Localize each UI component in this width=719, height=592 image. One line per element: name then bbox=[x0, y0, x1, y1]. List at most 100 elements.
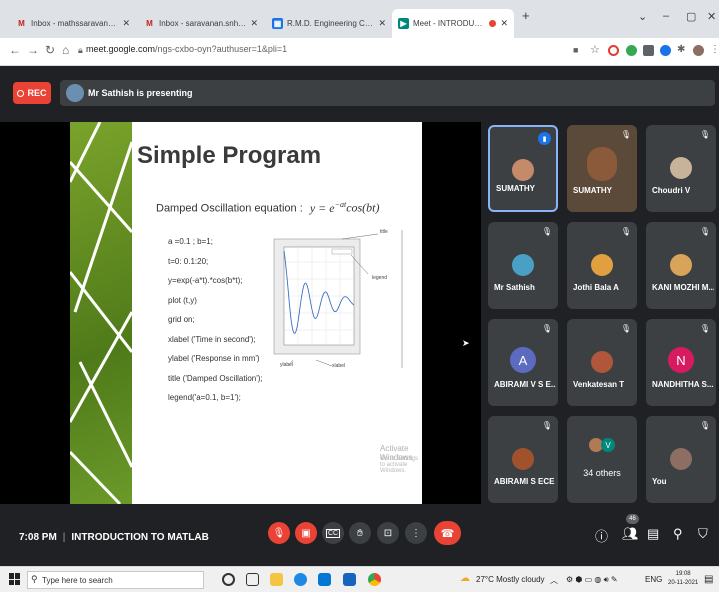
raise-hand-button[interactable]: ✋︎ bbox=[349, 522, 371, 544]
weather-icon: ☁︎ bbox=[460, 573, 470, 584]
camera-in-use-icon[interactable]: ■ bbox=[573, 45, 578, 55]
participant-initial-avatar: N bbox=[668, 347, 694, 373]
close-tab-icon[interactable]: ✕ bbox=[250, 18, 258, 29]
taskbar-clock[interactable]: 19:08 20-11-2021 bbox=[668, 570, 698, 588]
tray-overflow-icon[interactable]: ︿ bbox=[550, 575, 558, 586]
tab-search-icon[interactable]: ⌄ bbox=[638, 10, 647, 23]
chat-icon[interactable]: ▤ bbox=[647, 526, 659, 542]
participant-tile[interactable]: 🎙︎ A ABIRAMI V S E... bbox=[488, 319, 558, 406]
participant-tile[interactable]: 🎙︎ Jothi Bala A bbox=[567, 222, 637, 309]
cortana-icon[interactable] bbox=[222, 573, 235, 586]
others-count: 34 others bbox=[583, 468, 621, 478]
leave-call-button[interactable]: ☎︎ bbox=[434, 521, 461, 545]
close-tab-icon[interactable]: ✕ bbox=[122, 18, 130, 29]
file-explorer-icon[interactable] bbox=[270, 573, 283, 586]
participant-avatar bbox=[670, 254, 692, 276]
activities-icon[interactable]: ⚲ bbox=[673, 526, 683, 542]
callout-legend: legend bbox=[372, 275, 388, 281]
chrome-icon[interactable] bbox=[368, 573, 381, 586]
presentation-stage: Simple Program Damped Oscillation equati… bbox=[0, 122, 481, 504]
meeting-title: INTRODUCTION TO MATLAB bbox=[71, 532, 209, 543]
presentation-slide: Simple Program Damped Oscillation equati… bbox=[70, 122, 422, 504]
close-window-icon[interactable]: ✕ bbox=[707, 10, 716, 23]
callout-title: title bbox=[380, 229, 388, 235]
mic-off-icon: 🎙︎ bbox=[699, 130, 710, 139]
participant-tile[interactable]: ▮ SUMATHY bbox=[488, 125, 558, 212]
participant-tile[interactable]: 🎙︎ N NANDHITHA S... bbox=[646, 319, 716, 406]
lock-icon[interactable]: 🔒︎ bbox=[78, 45, 83, 56]
present-button[interactable]: ⊡ bbox=[377, 522, 399, 544]
language-indicator[interactable]: ENG bbox=[645, 575, 662, 584]
people-icon[interactable]: 👥︎ bbox=[622, 526, 639, 542]
participant-tile[interactable]: 🎙︎ KANI MOZHI M... bbox=[646, 222, 716, 309]
meeting-details: 7:08 PM | INTRODUCTION TO MATLAB bbox=[19, 532, 209, 543]
back-icon[interactable]: ← bbox=[9, 43, 21, 57]
new-tab-button[interactable]: + bbox=[522, 8, 530, 23]
host-controls-icon[interactable]: ⛉ bbox=[698, 526, 708, 542]
opera-extension-icon[interactable] bbox=[608, 45, 619, 56]
captions-icon: CC bbox=[325, 528, 341, 538]
maximize-icon[interactable]: ▢ bbox=[686, 10, 696, 23]
participant-avatar bbox=[670, 448, 692, 470]
browser-tab-calendar[interactable]: ▦ R.M.D. Engineering College - Cal ✕ bbox=[266, 9, 392, 38]
browser-tab-gmail-2[interactable]: M Inbox - saravanan.snh@rmd.ac.in ✕ bbox=[138, 9, 264, 38]
mic-off-icon: 🎙︎ bbox=[620, 130, 631, 139]
extension-icon[interactable] bbox=[643, 45, 654, 56]
hand-icon: ✋︎ bbox=[357, 527, 363, 539]
browser-menu-icon[interactable]: ⋮ bbox=[710, 44, 719, 55]
code-line: ylabel ('Response in mm') bbox=[168, 354, 260, 363]
windows-start-icon[interactable] bbox=[9, 573, 21, 585]
code-line: a =0.1 ; b=1; bbox=[168, 237, 213, 246]
callout-ylabel: ylabel bbox=[280, 362, 294, 368]
participant-tile[interactable]: 🎙︎ SUMATHY bbox=[567, 125, 637, 212]
participant-tile[interactable]: 🎙︎ ABIRAMI S ECE ... bbox=[488, 416, 558, 503]
minimize-icon[interactable]: – bbox=[663, 10, 669, 22]
close-tab-icon[interactable]: ✕ bbox=[500, 18, 508, 29]
info-icon[interactable]: ⓘ bbox=[595, 526, 608, 545]
participant-avatar bbox=[512, 254, 534, 276]
captions-button[interactable]: CC bbox=[322, 522, 344, 544]
address-bar: ← → ↻ ⌂ 🔒︎ meet.google.com/ngs-cxbo-oyn?… bbox=[0, 38, 719, 66]
separator: | bbox=[62, 532, 66, 543]
presenter-avatar bbox=[66, 84, 84, 102]
url-field[interactable]: meet.google.com/ngs-cxbo-oyn?authuser=1&… bbox=[86, 44, 287, 54]
taskbar-search-input[interactable]: ⚲ Type here to search bbox=[27, 571, 204, 589]
participant-tile[interactable]: 🎙︎ Venkatesan T bbox=[567, 319, 637, 406]
green-extension-icon[interactable] bbox=[626, 45, 637, 56]
mic-toggle-button[interactable]: 🎙︎ bbox=[268, 522, 290, 544]
self-tile[interactable]: 🎙︎ You bbox=[646, 416, 716, 503]
tray-icons[interactable]: ⚙ ⬢ ▭ ◍ 🔊︎ ✎ bbox=[566, 575, 618, 585]
present-icon: ⊡ bbox=[383, 527, 393, 539]
edge-icon[interactable] bbox=[294, 573, 307, 586]
slide-equation: Damped Oscillation equation : y = e−atco… bbox=[156, 200, 380, 215]
code-block: a =0.1 ; b=1; t=0: 0.1:20; y=exp(-a*t).*… bbox=[168, 232, 263, 408]
mail-icon[interactable] bbox=[343, 573, 356, 586]
others-tile[interactable]: V 34 others bbox=[567, 416, 637, 503]
blue-extension-icon[interactable] bbox=[660, 45, 671, 56]
reload-icon[interactable]: ↻ bbox=[45, 43, 55, 57]
browser-tab-meet[interactable]: ▶ Meet - INTRODUCTION TO ✕ bbox=[392, 9, 514, 38]
participant-tile[interactable]: 🎙︎ Mr Sathish bbox=[488, 222, 558, 309]
participant-tile[interactable]: 🎙︎ Choudri V bbox=[646, 125, 716, 212]
mic-off-icon: 🎙︎ bbox=[272, 527, 286, 539]
forward-icon[interactable]: → bbox=[27, 43, 39, 57]
task-view-icon[interactable] bbox=[246, 573, 259, 586]
notifications-icon[interactable]: ▤ bbox=[704, 574, 713, 585]
weather-text[interactable]: 27°C Mostly cloudy bbox=[476, 575, 545, 584]
browser-tab-gmail-1[interactable]: M Inbox - mathssaravanan77@gm ✕ bbox=[10, 9, 136, 38]
slide-title: Simple Program bbox=[137, 142, 322, 169]
more-options-button[interactable]: ⋮ bbox=[405, 522, 427, 544]
home-icon[interactable]: ⌂ bbox=[62, 43, 69, 57]
gmail-icon: M bbox=[18, 19, 25, 28]
plot-thumbnail bbox=[270, 237, 362, 359]
camera-toggle-button[interactable]: ▣ bbox=[295, 522, 317, 544]
star-icon[interactable]: ☆ bbox=[590, 43, 600, 56]
participant-initial-avatar: A bbox=[510, 347, 536, 373]
close-tab-icon[interactable]: ✕ bbox=[378, 18, 386, 29]
puzzle-icon[interactable]: ✱ bbox=[677, 44, 685, 55]
callout-xlabel: xlabel bbox=[332, 363, 346, 369]
others-avatar-initial: V bbox=[601, 438, 615, 452]
store-icon[interactable] bbox=[318, 573, 331, 586]
mic-off-icon: 🎙︎ bbox=[541, 324, 552, 333]
profile-avatar[interactable] bbox=[693, 45, 704, 56]
